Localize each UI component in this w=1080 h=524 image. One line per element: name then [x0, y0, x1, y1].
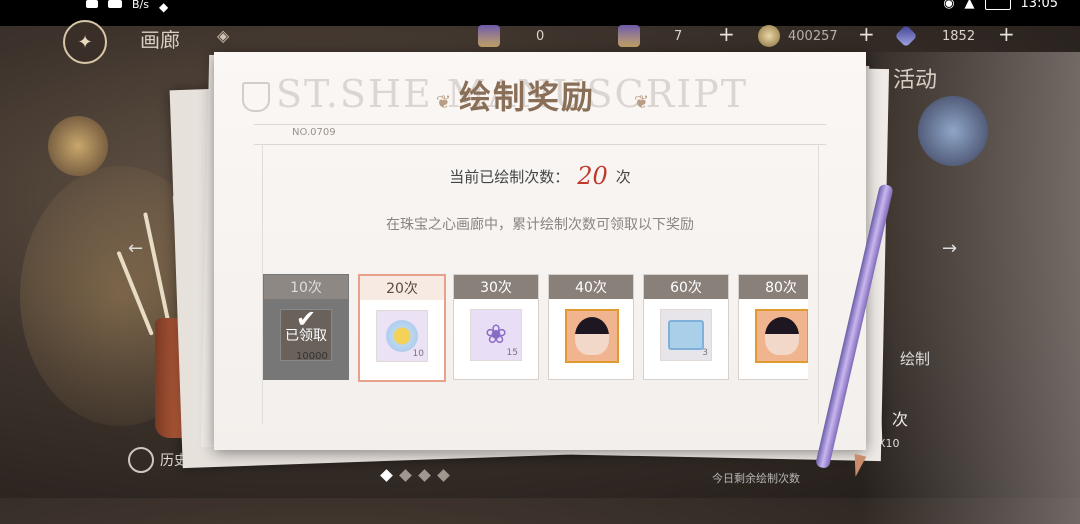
arrow-right-icon[interactable]: →: [942, 238, 957, 259]
resource-counter-3: 400257: [758, 25, 838, 47]
page-dot[interactable]: [380, 469, 393, 482]
reward-qty: 3: [702, 348, 708, 358]
chat-icon: ◆: [158, 0, 169, 14]
reward-card-40[interactable]: 40次: [548, 274, 634, 380]
clock: 13:05: [1020, 0, 1058, 11]
draw-count-label: 当前已绘制次数：: [449, 168, 570, 186]
lamp-orb: [48, 116, 108, 176]
draw-times-label: 次: [892, 410, 909, 429]
sun-badge-icon: 10: [376, 310, 428, 362]
reward-threshold: 30次: [454, 275, 538, 299]
remaining-hint: 今日剩余绘制次数: [712, 472, 800, 485]
gift-box-icon: 3: [660, 309, 712, 361]
draw-count-value: 20: [577, 162, 608, 190]
draw-button[interactable]: 绘制: [900, 348, 930, 369]
gallery-title: 画廊: [140, 28, 180, 52]
reward-threshold: 40次: [549, 275, 633, 299]
info-diamond-icon[interactable]: ◈: [217, 26, 229, 45]
reward-card-30[interactable]: 30次 ❀ 15: [453, 274, 539, 380]
claimed-status: 已领取: [285, 328, 327, 344]
sheet-number: NO.0709: [292, 127, 336, 138]
page-dot[interactable]: [418, 469, 431, 482]
add-button[interactable]: +: [718, 22, 735, 46]
ornament-icon: ❦: [436, 92, 452, 113]
draw-count-line: 当前已绘制次数： 20 次: [214, 160, 866, 190]
page-dot[interactable]: [437, 469, 450, 482]
gem-icon: [894, 24, 918, 48]
net-speed: B/s: [132, 0, 149, 11]
reward-qty: 15: [506, 348, 518, 358]
add-button[interactable]: +: [998, 22, 1015, 46]
ornament-icon: ❦: [634, 92, 650, 113]
reward-threshold: 60次: [644, 275, 728, 299]
reward-qty: 10: [412, 349, 424, 359]
message-icon: [86, 0, 98, 8]
crest-icon: [242, 82, 270, 112]
signal-icon: [108, 0, 122, 8]
reward-qty: 10000: [296, 351, 328, 362]
globe-orb: [918, 96, 988, 166]
resource-counter-4: 1852: [894, 24, 976, 48]
bell-icon: ▲: [964, 0, 975, 11]
reward-card-10[interactable]: 10次 ✔ 已领取 10000: [263, 274, 349, 380]
reward-threshold: 80次: [739, 275, 808, 299]
butterfly-icon: ❀ 15: [470, 309, 522, 361]
resource-value: 400257: [788, 28, 838, 44]
character-portrait-icon: [755, 309, 808, 363]
page-indicator: [380, 469, 450, 482]
draw-count-unit: 次: [615, 168, 631, 186]
resource-counter-1: 0: [478, 25, 545, 47]
character-portrait-icon: [565, 309, 619, 363]
divider: [254, 144, 826, 145]
reward-description: 在珠宝之心画廊中，累计绘制次数可领取以下奖励: [386, 217, 694, 233]
add-button[interactable]: +: [858, 22, 875, 46]
reward-threshold: 10次: [264, 275, 348, 299]
page-dot[interactable]: [399, 469, 412, 482]
reward-sheet: ST.SHE MANUSCRIPT ❦ 绘制奖励 ❦ NO.0709 当前已绘制…: [214, 52, 866, 450]
reward-card-20[interactable]: 20次 10: [358, 274, 446, 382]
reward-card-60[interactable]: 60次 3: [643, 274, 729, 380]
activity-label[interactable]: 活动: [893, 62, 937, 94]
resource-value: 1852: [942, 28, 976, 44]
gallery-emblem-icon[interactable]: ✦: [63, 20, 107, 64]
arrow-left-icon[interactable]: ←: [128, 238, 143, 259]
divider: [254, 124, 826, 125]
resource-value: 0: [536, 28, 545, 44]
resource-counter-2: 7: [618, 25, 683, 47]
reward-threshold: 20次: [360, 276, 444, 300]
reward-card-80[interactable]: 80次: [738, 274, 808, 380]
reward-list[interactable]: 10次 ✔ 已领取 10000 20次 10 30次 ❀ 15 40次 60次 …: [263, 274, 808, 384]
ticket-icon: [618, 25, 640, 47]
history-icon: [128, 447, 154, 473]
eye-icon: ◉: [943, 0, 955, 11]
coin-icon: [758, 25, 780, 47]
ticket-icon: [478, 25, 500, 47]
status-bar: B/s ◆ ◉ ▲ 13:05: [0, 0, 1080, 26]
resource-value: 7: [674, 28, 683, 44]
sheet-title: 绘制奖励: [459, 78, 596, 116]
battery-icon: [984, 0, 1011, 10]
